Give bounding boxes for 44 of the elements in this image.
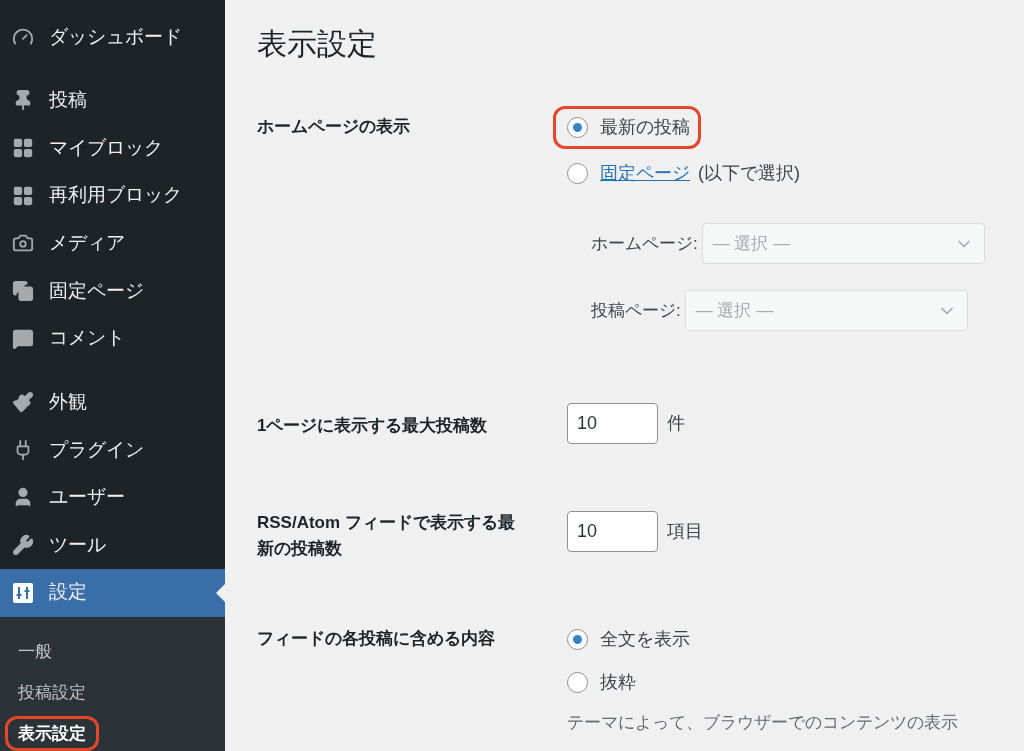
settings-icon <box>12 581 34 604</box>
menu-item[interactable]: ダッシュボード <box>0 13 225 61</box>
paintbrush-icon <box>12 391 34 414</box>
grid-icon <box>12 184 34 207</box>
comment-icon <box>12 327 34 350</box>
menu-item[interactable]: ユーザー <box>0 473 225 522</box>
grid-icon <box>12 137 34 160</box>
setting-label: RSS/Atom フィードで表示する最新の投稿数 <box>257 512 516 560</box>
submenu-item[interactable]: 一般 <box>0 632 225 670</box>
setting-label: フィードの各投稿に含める内容 <box>257 628 496 650</box>
unit-label: 項目 <box>667 519 703 543</box>
menu-item[interactable]: 設定 <box>0 568 225 617</box>
option-note: (以下で選択) <box>698 162 800 185</box>
menu-item[interactable]: コメント <box>0 314 225 363</box>
menu-item[interactable]: メディア <box>0 219 225 268</box>
option-label: 抜粋 <box>600 671 636 694</box>
menu-item[interactable]: プラグイン <box>0 426 225 474</box>
menu-item[interactable]: 投稿 <box>0 76 225 125</box>
pages-link[interactable]: 固定ページ <box>600 160 690 187</box>
menu-item[interactable]: マイブロック <box>0 124 225 172</box>
menu-item[interactable]: 再利用ブロック <box>0 171 225 220</box>
option-label: 最新の投稿 <box>600 116 690 139</box>
pages-icon <box>12 279 34 302</box>
setting-label: ホームページの表示 <box>257 116 411 138</box>
page-title: 表示設定 <box>257 26 378 62</box>
radio-button[interactable] <box>567 163 588 184</box>
unit-label: 件 <box>667 412 685 435</box>
submenu-item[interactable]: 表示設定 <box>18 720 86 746</box>
number-field[interactable]: 10 <box>567 510 658 552</box>
help-text: テーマによって、ブラウザーでのコンテンツの表示 <box>567 712 958 734</box>
menu-item[interactable]: 外観 <box>0 378 225 426</box>
submenu-item[interactable]: 投稿設定 <box>0 674 225 712</box>
setting-label: 1ページに表示する最大投稿数 <box>257 415 489 437</box>
radio-button[interactable] <box>567 672 588 693</box>
wrench-icon <box>12 534 34 557</box>
radio-button[interactable] <box>567 629 588 650</box>
option-label: 全文を表示 <box>600 628 690 651</box>
menu-item[interactable]: ツール <box>0 521 225 569</box>
select-label: 投稿ページ: <box>591 299 681 322</box>
menu-item[interactable]: 固定ページ <box>0 267 225 315</box>
current-pointer-icon <box>216 583 225 602</box>
select-label: ホームページ: <box>591 232 698 255</box>
number-field[interactable]: 10 <box>567 403 658 444</box>
radio-button[interactable] <box>567 117 588 138</box>
